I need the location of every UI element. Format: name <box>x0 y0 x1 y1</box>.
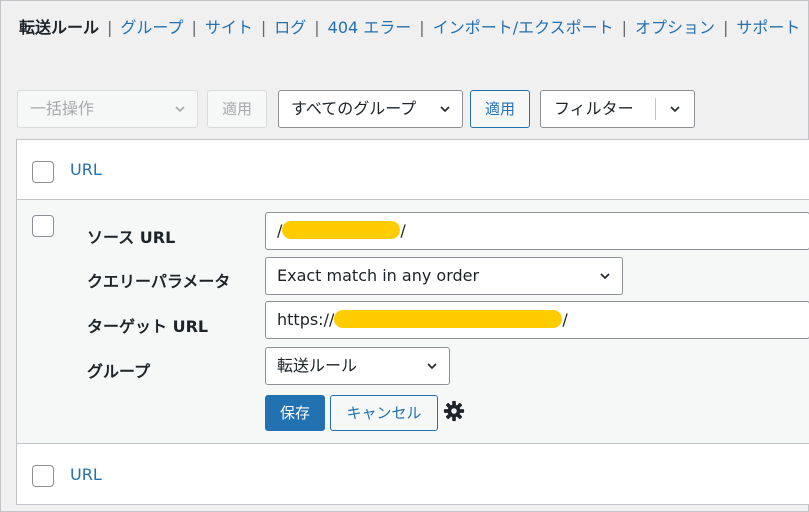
table-header-row: URL <box>17 140 809 200</box>
redirects-table: URL ソース URL / / クエリーパラメータ Exact match in … <box>16 139 809 505</box>
nav-current-redirects: 転送ルール <box>19 18 100 37</box>
nav-separator: | <box>621 18 627 37</box>
group-filter-value: すべてのグループ <box>291 99 417 118</box>
target-url-label: ターゲット URL <box>87 317 209 336</box>
nav-separator: | <box>191 18 197 37</box>
source-url-label: ソース URL <box>87 228 176 247</box>
nav-separator: | <box>723 18 729 37</box>
sub-navigation: 転送ルール | グループ | サイト | ログ | 404 エラー | インポー… <box>19 17 800 39</box>
row-checkbox[interactable] <box>32 215 54 237</box>
bulk-action-select[interactable]: 一括操作 <box>17 90 198 128</box>
table-footer-row: URL <box>17 444 809 506</box>
cancel-button[interactable]: キャンセル <box>330 395 438 431</box>
save-button[interactable]: 保存 <box>265 395 325 431</box>
chevron-down-icon <box>427 363 437 370</box>
redacted-text <box>334 310 563 328</box>
bulk-action-value: 一括操作 <box>30 99 95 118</box>
source-url-input[interactable]: / / <box>265 212 809 250</box>
nav-log[interactable]: ログ <box>274 17 306 39</box>
redacted-text <box>282 221 401 239</box>
nav-separator: | <box>260 18 267 37</box>
select-all-checkbox[interactable] <box>32 161 54 183</box>
filter-divider <box>655 98 656 120</box>
target-url-prefix: https:// <box>277 310 335 329</box>
nav-separator: | <box>419 18 425 37</box>
url-column-footer[interactable]: URL <box>70 465 102 484</box>
url-column-header[interactable]: URL <box>70 160 102 179</box>
target-url-input[interactable]: https:// / <box>265 301 809 339</box>
filter-label: フィルター <box>554 99 634 118</box>
query-parameters-label: クエリーパラメータ <box>87 272 231 291</box>
gear-icon[interactable] <box>443 400 465 422</box>
nav-404-errors[interactable]: 404 エラー <box>328 17 412 39</box>
nav-groups[interactable]: グループ <box>120 17 183 39</box>
source-url-suffix: / <box>400 221 406 240</box>
target-url-suffix: / <box>562 310 568 329</box>
edit-redirect-row: ソース URL / / クエリーパラメータ Exact match in any … <box>17 200 809 444</box>
chevron-down-icon <box>175 106 185 113</box>
chevron-down-icon[interactable] <box>670 104 680 114</box>
group-select-value: 転送ルール <box>277 356 358 375</box>
nav-options[interactable]: オプション <box>635 17 715 39</box>
select-all-checkbox-footer[interactable] <box>32 465 54 487</box>
bulk-apply-button[interactable]: 適用 <box>207 90 267 128</box>
group-select[interactable]: 転送ルール <box>265 347 450 385</box>
query-parameters-value: Exact match in any order <box>277 266 480 285</box>
group-filter-select[interactable]: すべてのグループ <box>278 90 463 128</box>
group-label: グループ <box>87 362 151 381</box>
nav-separator: | <box>107 18 113 37</box>
query-parameters-select[interactable]: Exact match in any order <box>265 257 623 295</box>
chevron-down-icon <box>600 273 610 280</box>
chevron-down-icon <box>440 106 450 113</box>
nav-site[interactable]: サイト <box>205 17 253 39</box>
filter-dropdown[interactable]: フィルター <box>540 90 695 128</box>
nav-separator: | <box>314 18 320 37</box>
group-apply-button[interactable]: 適用 <box>470 90 530 128</box>
nav-import-export[interactable]: インポート/エクスポート <box>433 17 614 39</box>
nav-support[interactable]: サポート <box>736 17 800 39</box>
